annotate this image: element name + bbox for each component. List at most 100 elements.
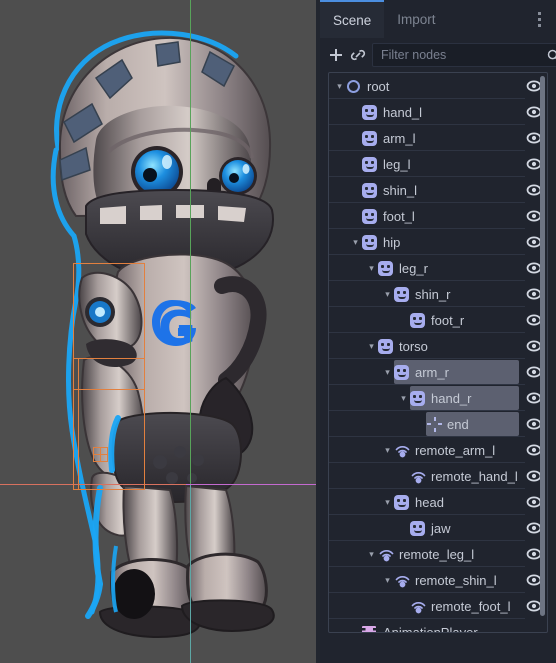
tree-scrollbar[interactable] [540, 76, 545, 616]
bone-icon [378, 260, 393, 276]
tree-item-label: foot_r [431, 312, 465, 328]
chevron-down-icon[interactable]: ▾ [365, 341, 378, 351]
bone-icon [410, 520, 425, 536]
search-icon [547, 49, 556, 59]
chevron-down-icon[interactable]: ▾ [381, 445, 394, 455]
chevron-down-icon[interactable]: ▾ [365, 263, 378, 273]
tree-item-label: end [447, 416, 469, 432]
tree-item-label: head [415, 494, 444, 510]
tree-item-hand_r[interactable]: ▾ hand_r [329, 385, 547, 411]
tree-item-label: remote_leg_l [399, 546, 475, 562]
tree-item-remote_leg_l[interactable]: ▾ remote_leg_l [329, 541, 547, 567]
tab-scene[interactable]: Scene [320, 0, 385, 38]
remote-transform-icon-slot [410, 468, 427, 485]
chevron-down-icon[interactable]: ▾ [333, 81, 346, 91]
tree-item-leg_l[interactable]: ▾leg_l [329, 151, 547, 177]
tree-item-label: shin_l [383, 182, 417, 198]
remote-transform-icon-slot [394, 442, 411, 459]
tree-item-end[interactable]: ▾end [329, 411, 547, 437]
tree-item-label: torso [399, 338, 428, 354]
tree-item-label: leg_r [399, 260, 428, 276]
marker-gizmo-end[interactable] [93, 447, 108, 462]
chevron-down-icon[interactable]: ▾ [381, 289, 394, 299]
tree-item-label: leg_l [383, 156, 411, 172]
bone-icon-slot [394, 286, 411, 303]
tab-import-label: Import [397, 11, 436, 27]
scene-tree-panel[interactable]: ▾root▾hand_l▾arm_l▾leg_l▾shin_l▾foot_l▾h… [328, 72, 548, 633]
tree-item-root[interactable]: ▾ root [329, 73, 547, 99]
add-node-button[interactable] [328, 43, 344, 67]
tree-item-label: remote_arm_l [415, 442, 496, 458]
editor-window: G Scene Import Filter nodes ▾ root hand_… [0, 0, 556, 663]
tree-item-jaw[interactable]: ▾jaw [329, 515, 547, 541]
bone-icon [378, 338, 393, 354]
remote-transform-icon [411, 471, 426, 483]
search-input[interactable] [381, 48, 542, 62]
chevron-down-icon[interactable]: ▾ [349, 237, 362, 247]
bone-icon [394, 286, 409, 302]
tab-import[interactable]: Import [384, 0, 448, 38]
tab-scene-label: Scene [333, 12, 372, 28]
tree-item-hip[interactable]: ▾ hip [329, 229, 547, 255]
tree-item-shin_l[interactable]: ▾shin_l [329, 177, 547, 203]
scene-dock: Scene Import Filter nodes ▾ root hand_l … [320, 0, 556, 663]
tree-item-label: root [367, 78, 390, 94]
tree-item-foot_l[interactable]: ▾foot_l [329, 203, 547, 229]
tree-item-remote_foot_l[interactable]: ▾remote_foot_l [329, 593, 547, 619]
marker-icon [426, 416, 443, 433]
tree-item-torso[interactable]: ▾ torso [329, 333, 547, 359]
chevron-down-icon[interactable]: ▾ [365, 549, 378, 559]
tree-item-label: foot_l [383, 208, 415, 224]
bone-icon-slot [362, 104, 379, 121]
tree-item-remote_shin_l[interactable]: ▾ remote_shin_l [329, 567, 547, 593]
chevron-down-icon[interactable]: ▾ [381, 367, 394, 377]
tree-item-remote_hand_l[interactable]: ▾remote_hand_l [329, 463, 547, 489]
plus-icon [330, 49, 342, 61]
tree-item-label: hand_l [383, 104, 423, 120]
chevron-down-icon[interactable]: ▾ [381, 497, 394, 507]
tree-item-label: jaw [431, 520, 451, 536]
filter-nodes-field[interactable] [372, 43, 556, 67]
tree-item-label: remote_shin_l [415, 572, 497, 588]
bone-icon [410, 390, 425, 406]
bone-icon-slot [394, 494, 411, 511]
remote-transform-icon-slot [410, 598, 427, 615]
tree-item-hand_l[interactable]: ▾hand_l [329, 99, 547, 125]
robot-model: G [50, 30, 275, 638]
bone-icon-slot [410, 312, 427, 329]
tree-item-animationplayer[interactable]: ▾AnimationPlayer [329, 619, 547, 633]
dock-tabbar: Scene Import [320, 0, 556, 38]
chevron-down-icon[interactable]: ▾ [381, 575, 394, 585]
bone-icon-slot [362, 208, 379, 225]
selection-highlight [394, 360, 519, 384]
scene-toolbar [320, 38, 556, 72]
tree-item-remote_arm_l[interactable]: ▾ remote_arm_l [329, 437, 547, 463]
tree-item-label: hip [383, 234, 401, 250]
remote-transform-icon [411, 601, 426, 613]
remote-transform-icon [395, 445, 410, 457]
tree-item-arm_l[interactable]: ▾arm_l [329, 125, 547, 151]
tree-item-foot_r[interactable]: ▾foot_r [329, 307, 547, 333]
remote-transform-icon-slot [378, 546, 395, 563]
tree-item-label: arm_r [415, 364, 449, 380]
kebab-menu-icon[interactable] [531, 8, 547, 30]
bone-icon [362, 208, 377, 224]
bone-icon [394, 494, 409, 510]
tree-item-shin_r[interactable]: ▾ shin_r [329, 281, 547, 307]
tree-item-label: AnimationPlayer [383, 624, 478, 633]
scene-tree: ▾root▾hand_l▾arm_l▾leg_l▾shin_l▾foot_l▾h… [329, 73, 547, 633]
tree-item-leg_r[interactable]: ▾ leg_r [329, 255, 547, 281]
bone-icon-slot [410, 390, 427, 407]
bone-icon-slot [362, 234, 379, 251]
remote-transform-icon-slot [394, 572, 411, 589]
bone-icon-slot [362, 156, 379, 173]
3d-viewport[interactable]: G [0, 0, 320, 663]
instance-scene-button[interactable] [350, 43, 366, 67]
bone-icon-slot [394, 364, 411, 381]
bone-icon [362, 234, 377, 250]
tree-item-head[interactable]: ▾ head [329, 489, 547, 515]
chevron-down-icon[interactable]: ▾ [397, 393, 410, 403]
bone-icon [362, 182, 377, 198]
bone-icon [410, 312, 425, 328]
tree-item-arm_r[interactable]: ▾ arm_r [329, 359, 547, 385]
